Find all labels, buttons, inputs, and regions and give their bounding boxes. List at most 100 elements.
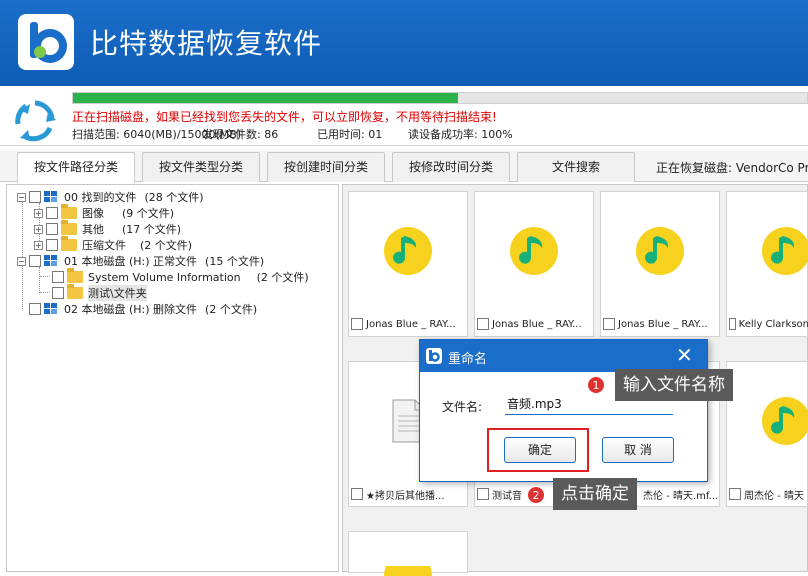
- tree-item-count: (28 个文件): [144, 191, 204, 204]
- file-name: Jonas Blue _ RAY...: [366, 318, 456, 330]
- close-icon[interactable]: ✕: [676, 343, 693, 367]
- file-card[interactable]: Jonas Blue _ RAY...: [348, 191, 468, 337]
- expand-icon[interactable]: +: [34, 224, 43, 234]
- tree-item-found-files[interactable]: − 00 找到的文件 (28 个文件): [17, 189, 204, 205]
- file-checkbox[interactable]: [729, 488, 741, 500]
- step-1-badge: 1: [587, 376, 605, 394]
- app-logo-icon: [18, 14, 74, 70]
- step-2-badge: 2: [527, 486, 545, 504]
- tree-checkbox[interactable]: [29, 255, 41, 267]
- tree-item-count: (2 个文件): [205, 303, 258, 316]
- tree-item-count: (2 个文件): [256, 271, 309, 284]
- drive-icon: [44, 255, 58, 267]
- tree-item-label: System Volume Information: [88, 270, 241, 284]
- tree-checkbox[interactable]: [52, 287, 64, 299]
- tree-item-local-disk-normal[interactable]: − 01 本地磁盘 (H:) 正常文件 (15 个文件): [17, 253, 264, 269]
- file-checkbox[interactable]: [729, 318, 736, 330]
- collapse-icon[interactable]: −: [17, 192, 26, 202]
- scan-range: 扫描范围: 6040(MB)/15000(MB): [72, 128, 242, 141]
- tree-item-count: (2 个文件): [140, 239, 193, 252]
- tree-item-count: (9 个文件): [122, 207, 175, 220]
- file-card[interactable]: Kelly Clarkson: [726, 191, 808, 337]
- refresh-scan-icon: [12, 98, 58, 144]
- file-card[interactable]: 周杰伦 - 晴天: [726, 361, 808, 507]
- drive-icon: [44, 303, 58, 315]
- file-name: ★拷贝后其他播...: [366, 490, 445, 502]
- tree-item-other[interactable]: + 其他 (17 个文件): [34, 220, 182, 237]
- music-note-icon: [636, 227, 684, 275]
- ok-button-highlight: [487, 428, 589, 472]
- file-checkbox[interactable]: [477, 488, 489, 500]
- tab-by-type[interactable]: 按文件类型分类: [142, 152, 260, 182]
- found-count: 发现文件数: 86: [202, 128, 279, 141]
- folder-icon: [67, 268, 83, 283]
- filename-label: 文件名:: [442, 400, 483, 414]
- file-name: Jonas Blue _ RAY...: [618, 318, 708, 330]
- collapse-icon[interactable]: −: [17, 256, 26, 266]
- folder-icon: [67, 284, 83, 299]
- tab-by-created-time[interactable]: 按创建时间分类: [267, 152, 385, 182]
- dialog-title-bar: 重命名 ✕: [420, 340, 707, 372]
- drive-icon: [44, 191, 58, 203]
- tree-item-label: 01 本地磁盘 (H:) 正常文件: [64, 255, 198, 268]
- file-name: 周杰伦 - 晴天: [744, 490, 804, 502]
- file-name: 测试音: [492, 490, 522, 502]
- file-checkbox[interactable]: [351, 318, 363, 330]
- tree-item-archives[interactable]: + 压缩文件 (2 个文件): [34, 236, 193, 253]
- music-note-icon: [384, 566, 432, 576]
- music-note-icon: [762, 227, 808, 275]
- file-checkbox[interactable]: [477, 318, 489, 330]
- folder-icon: [61, 204, 77, 219]
- tree-item-system-volume[interactable]: System Volume Information (2 个文件): [52, 268, 309, 285]
- folder-icon: [61, 220, 77, 235]
- scan-panel: 正在扫描磁盘，如果已经找到您丢失的文件，可以立即恢复，不用等待扫描结束! 扫描范…: [0, 86, 808, 146]
- music-note-icon: [762, 397, 808, 445]
- tree-checkbox[interactable]: [46, 223, 58, 235]
- tree-item-test-folder[interactable]: 测试\文件夹: [52, 284, 147, 301]
- tree-checkbox[interactable]: [46, 207, 58, 219]
- tree-item-label: 压缩文件: [82, 239, 126, 252]
- tree-checkbox[interactable]: [52, 271, 64, 283]
- tree-item-local-disk-deleted[interactable]: 02 本地磁盘 (H:) 删除文件 (2 个文件): [17, 301, 257, 317]
- file-name: Jonas Blue _ RAY...: [492, 318, 582, 330]
- file-thumbnail: [727, 362, 808, 480]
- file-card[interactable]: Jonas Blue _ RAY...: [474, 191, 594, 337]
- elapsed-time: 已用时间: 01: [317, 128, 383, 141]
- cancel-button[interactable]: 取 消: [602, 437, 674, 463]
- file-checkbox[interactable]: [603, 318, 615, 330]
- tree-item-count: (15 个文件): [205, 255, 265, 268]
- file-card[interactable]: Jonas Blue _ RAY...: [600, 191, 720, 337]
- success-rate: 读设备成功率: 100%: [408, 128, 513, 141]
- tree-checkbox[interactable]: [29, 191, 41, 203]
- file-tree-panel: − 00 找到的文件 (28 个文件) + 图像 (9 个文件) + 其他 (1…: [6, 184, 339, 572]
- file-card[interactable]: [348, 531, 468, 576]
- tab-by-path[interactable]: 按文件路径分类: [17, 152, 135, 183]
- tree-item-label: 图像: [82, 207, 104, 220]
- tab-file-search[interactable]: 文件搜索: [517, 152, 635, 182]
- file-thumbnail: [601, 192, 719, 310]
- tree-checkbox[interactable]: [46, 239, 58, 251]
- tree-item-images[interactable]: + 图像 (9 个文件): [34, 204, 175, 221]
- expand-icon[interactable]: +: [34, 240, 43, 250]
- tree-item-count: (17 个文件): [122, 223, 182, 236]
- app-logo-icon: [426, 348, 442, 364]
- tree-item-label: 02 本地磁盘 (H:) 删除文件: [64, 303, 198, 316]
- expand-icon[interactable]: +: [34, 208, 43, 218]
- tree-item-label: 00 找到的文件: [64, 191, 137, 204]
- scan-progress-bar: [72, 92, 808, 104]
- file-thumbnail: [475, 192, 593, 310]
- scan-message: 正在扫描磁盘，如果已经找到您丢失的文件，可以立即恢复，不用等待扫描结束!: [72, 110, 497, 124]
- recovering-disk-label: 正在恢复磁盘: VendorCo Prod: [656, 161, 808, 175]
- tree-checkbox[interactable]: [29, 303, 41, 315]
- scan-stats: 扫描范围: 6040(MB)/15000(MB) 发现文件数: 86 已用时间:…: [72, 126, 513, 142]
- file-name: 杰伦 - 晴天.mf...: [643, 490, 719, 502]
- folder-icon: [61, 236, 77, 251]
- step-2-callout: 点击确定: [553, 478, 637, 510]
- file-thumbnail: [349, 192, 467, 310]
- music-note-icon: [510, 227, 558, 275]
- scan-progress-fill: [73, 93, 459, 103]
- tab-by-modified-time[interactable]: 按修改时间分类: [392, 152, 510, 182]
- file-thumbnail: [727, 192, 808, 310]
- tree-item-label: 其他: [82, 223, 104, 236]
- file-checkbox[interactable]: [351, 488, 363, 500]
